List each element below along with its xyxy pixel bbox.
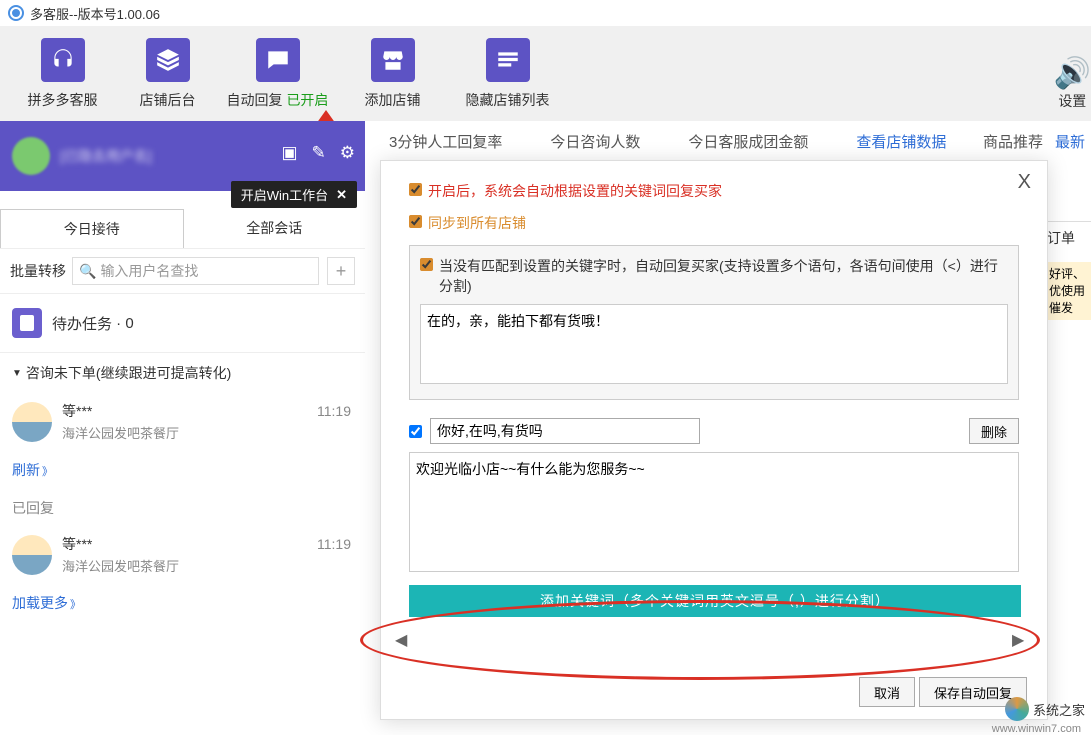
speaker-icon: 🔊 <box>1054 56 1091 91</box>
clipboard-icon <box>12 308 42 338</box>
watermark: 系统之家 www.winwin7.com <box>1005 697 1085 721</box>
watermark-logo-icon <box>1005 697 1029 721</box>
todo-count: 0 <box>125 315 133 332</box>
stat-reply-rate[interactable]: 3分钟人工回复率 <box>365 131 526 152</box>
search-row: 批量转移 🔍 输入用户名查找 + <box>0 249 365 294</box>
todo-sep: · <box>112 315 125 332</box>
conv-time: 11:19 <box>317 536 351 552</box>
toolbar-label: 店铺后台 <box>140 90 196 110</box>
toolbar-add-shop[interactable]: 添加店铺 <box>335 38 450 110</box>
gear-icon[interactable]: ⚙ <box>340 143 355 163</box>
cancel-button[interactable]: 取消 <box>859 677 915 707</box>
avatar <box>12 402 52 442</box>
watermark-url: www.winwin7.com <box>992 723 1081 735</box>
left-panel: [已隐去用户名] ▣ ✎ ⚙ 开启Win工作台 ✕ 今日接待 全部会话 批量转移… <box>0 121 365 727</box>
main-toolbar: 拼多多客服 店铺后台 自动回复 已开启 添加店铺 隐藏店铺列表 🔊 设置 <box>0 26 1091 121</box>
modal-footer: 取消 保存自动回复 <box>859 677 1027 707</box>
stat-shop-data[interactable]: 查看店铺数据 <box>832 131 970 152</box>
welcome-textarea[interactable]: 欢迎光临小店~~有什么能为您服务~~ <box>409 452 1019 572</box>
right-sidebar-strip: 订单 好评、优使用催发 <box>1047 221 1091 320</box>
todo-row[interactable]: 待办任务 · 0 <box>0 294 365 353</box>
headset-icon <box>41 38 85 82</box>
enable-checkbox[interactable] <box>409 183 422 196</box>
toolbar-settings[interactable]: 🔊 设置 <box>1054 56 1091 111</box>
app-logo-icon <box>8 5 24 21</box>
conv-time: 11:19 <box>317 403 351 419</box>
toolbar-label: 添加店铺 <box>365 90 421 110</box>
tooltip-text: 开启Win工作台 <box>241 185 328 204</box>
conversation-tabs: 今日接待 全部会话 <box>0 209 365 249</box>
replied-label: 已回复 <box>0 490 365 526</box>
default-reply-textarea[interactable]: 在的，亲，能拍下都有货哦！ <box>420 304 1008 384</box>
sync-description: 同步到所有店铺 <box>428 213 526 233</box>
search-placeholder: 输入用户名查找 <box>100 261 198 281</box>
add-button[interactable]: + <box>327 257 355 285</box>
section-unordered[interactable]: ▼ 咨询未下单(继续跟进可提高转化) <box>0 353 365 393</box>
toolbar-pdd-service[interactable]: 拼多多客服 <box>10 38 115 110</box>
shop-icon <box>371 38 415 82</box>
search-input[interactable]: 🔍 输入用户名查找 <box>72 257 319 285</box>
section-label: 咨询未下单(继续跟进可提高转化) <box>26 363 231 383</box>
search-icon: 🔍 <box>79 263 96 280</box>
toolbar-hide-shops[interactable]: 隐藏店铺列表 <box>450 38 565 110</box>
toolbar-label: 隐藏店铺列表 <box>466 90 550 110</box>
keyword-checkbox[interactable] <box>409 425 422 438</box>
conversation-item[interactable]: 等*** 海洋公园发吧茶餐厅 11:19 <box>0 393 365 450</box>
stat-tabs: 3分钟人工回复率 今日咨询人数 今日客服成团金额 查看店铺数据 商品推荐 最新 <box>365 121 1091 161</box>
tab-all[interactable]: 全部会话 <box>184 209 366 248</box>
user-header: [已隐去用户名] ▣ ✎ ⚙ 开启Win工作台 ✕ <box>0 121 365 191</box>
sync-checkbox[interactable] <box>409 215 422 228</box>
chevron-right-icon: 》 <box>70 599 81 611</box>
toolbar-label: 拼多多客服 <box>28 90 98 110</box>
toolbar-label: 自动回复 已开启 <box>227 90 329 110</box>
scroll-right-icon[interactable]: ▶ <box>1012 630 1024 650</box>
conversation-item[interactable]: 等*** 海洋公园发吧茶餐厅 11:19 <box>0 526 365 583</box>
auto-reply-modal: X 开启后，系统会自动根据设置的关键词回复买家 同步到所有店铺 当没有匹配到设置… <box>380 160 1048 720</box>
default-reply-panel: 当没有匹配到设置的关键字时，自动回复买家(支持设置多个语句，各语句间使用（<）进… <box>409 245 1019 400</box>
keyword-input[interactable] <box>430 418 700 444</box>
watermark-text: 系统之家 <box>1033 700 1085 719</box>
tab-today[interactable]: 今日接待 <box>0 209 184 248</box>
monitor-icon[interactable]: ▣ <box>281 143 297 163</box>
latest-link[interactable]: 最新 <box>1049 131 1091 152</box>
conv-sub: 海洋公园发吧茶餐厅 <box>62 423 179 442</box>
edit-icon[interactable]: ✎ <box>312 143 326 163</box>
chevron-right-icon: 》 <box>42 466 53 478</box>
toolbar-shop-backend[interactable]: 店铺后台 <box>115 38 220 110</box>
tooltip-close-icon[interactable]: ✕ <box>336 187 347 203</box>
enable-description: 开启后，系统会自动根据设置的关键词回复买家 <box>428 181 722 201</box>
modal-close-button[interactable]: X <box>1018 171 1031 194</box>
add-keyword-button[interactable]: 添加关键词（多个关键词用英文逗号（,）进行分割） <box>409 585 1021 617</box>
order-tab[interactable]: 订单 <box>1047 221 1091 254</box>
toolbar-auto-reply[interactable]: 自动回复 已开启 <box>220 38 335 110</box>
default-reply-desc: 当没有匹配到设置的关键字时，自动回复买家(支持设置多个语句，各语句间使用（<）进… <box>439 256 1008 296</box>
load-more-link[interactable]: 加载更多》 <box>0 583 365 623</box>
avatar <box>12 535 52 575</box>
conv-name: 等*** <box>62 534 179 554</box>
settings-label: 设置 <box>1054 91 1091 111</box>
app-title: 多客服--版本号1.00.06 <box>30 4 160 23</box>
stat-inquiries[interactable]: 今日咨询人数 <box>526 131 664 152</box>
user-avatar[interactable] <box>12 137 50 175</box>
chat-icon <box>256 38 300 82</box>
conv-name: 等*** <box>62 401 179 421</box>
refresh-link[interactable]: 刷新》 <box>0 450 365 490</box>
batch-transfer-link[interactable]: 批量转移 <box>10 261 66 281</box>
titlebar: 多客服--版本号1.00.06 <box>0 0 1091 26</box>
notice-banner: 好评、优使用催发 <box>1047 262 1091 320</box>
layers-icon <box>146 38 190 82</box>
default-reply-checkbox[interactable] <box>420 258 433 271</box>
workspace-tooltip: 开启Win工作台 ✕ <box>231 181 357 208</box>
todo-label: 待办任务 <box>52 313 112 334</box>
delete-button[interactable]: 删除 <box>969 418 1019 444</box>
product-recommend[interactable]: 商品推荐 <box>983 131 1049 152</box>
conv-sub: 海洋公园发吧茶餐厅 <box>62 556 179 575</box>
scroll-left-icon[interactable]: ◀ <box>395 630 407 650</box>
keyword-row: 删除 <box>409 418 1019 444</box>
caret-down-icon: ▼ <box>12 368 22 379</box>
user-name: [已隐去用户名] <box>60 146 152 166</box>
stat-revenue[interactable]: 今日客服成团金额 <box>664 131 832 152</box>
list-icon <box>486 38 530 82</box>
